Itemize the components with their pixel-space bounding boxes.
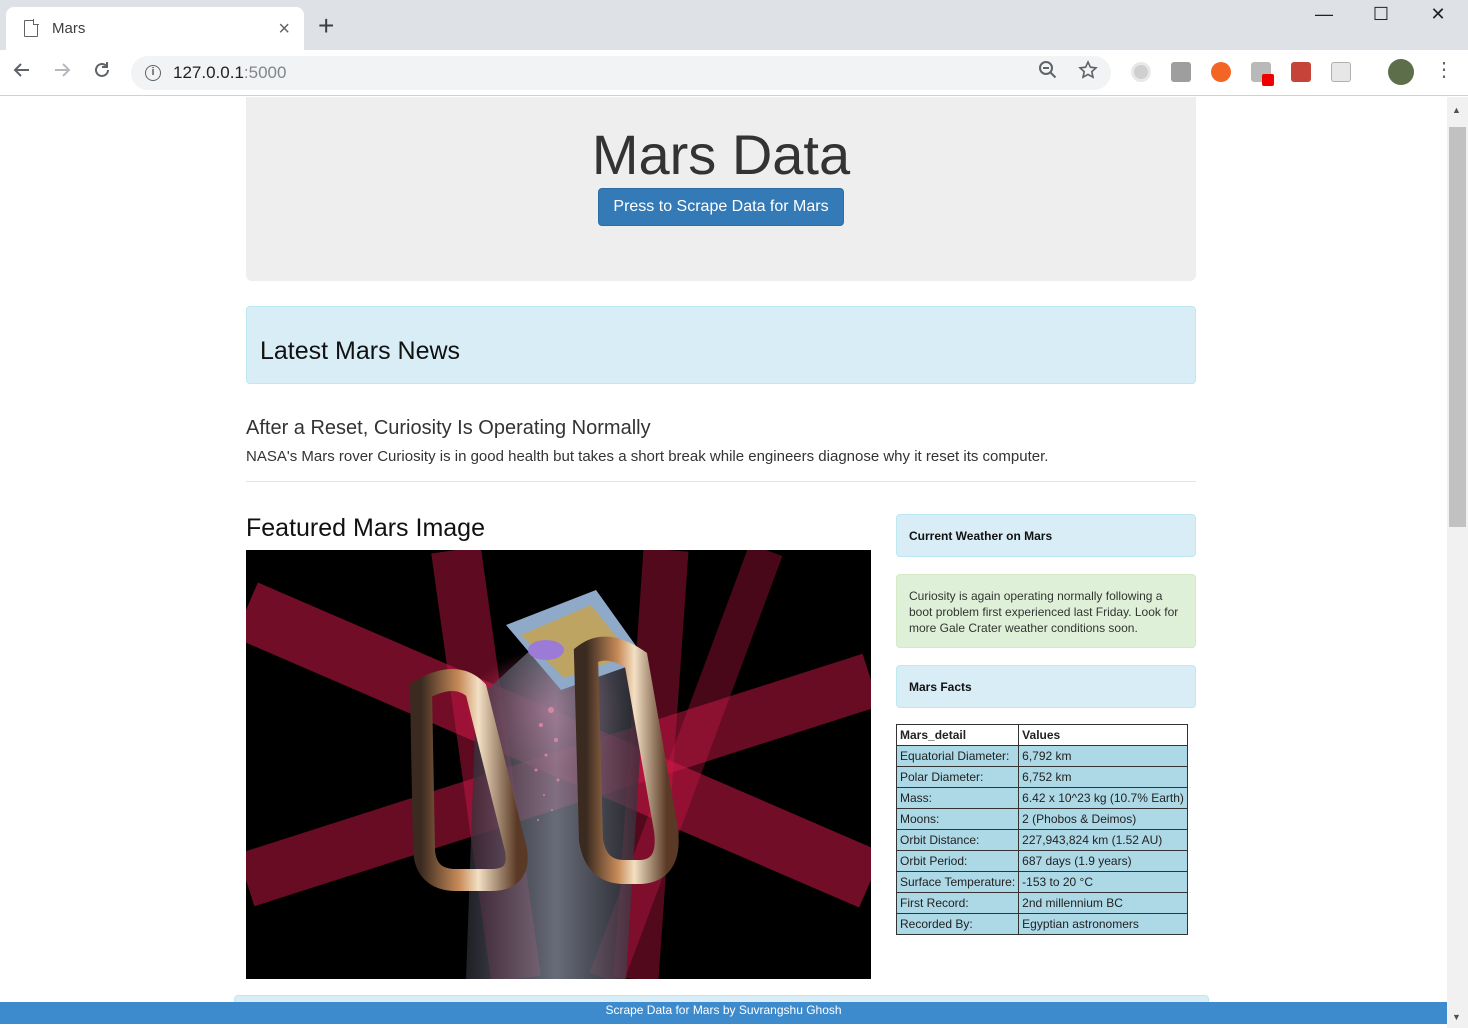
tab-close-icon[interactable]: ×	[278, 19, 290, 39]
maximize-icon[interactable]: ☐	[1361, 4, 1401, 25]
table-row: Recorded By: Egyptian astronomers	[895, 913, 1188, 935]
table-row: Orbit Distance: 227,943,824 km (1.52 AU)	[895, 829, 1188, 851]
facts-panel-header: Mars Facts	[896, 665, 1196, 708]
divider	[246, 481, 1196, 482]
close-window-icon[interactable]: ✕	[1418, 4, 1458, 25]
url-host: 127.0.0.1	[173, 63, 244, 82]
browser-tabstrip: Mars × + — ☐ ✕	[0, 0, 1468, 50]
table-header-cell: Values	[1018, 724, 1188, 746]
news-paragraph: NASA's Mars rover Curiosity is in good h…	[246, 448, 1049, 465]
page-title: Mars Data	[591, 123, 851, 186]
table-row: First Record: 2nd millennium BC	[895, 892, 1188, 914]
table-row: Equatorial Diameter: 6,792 km	[895, 745, 1188, 767]
page-footer: Scrape Data for Mars by Suvrangshu Ghosh	[0, 1002, 1447, 1024]
scrollbar-thumb[interactable]	[1449, 127, 1466, 527]
news-section-title: Latest Mars News	[260, 337, 461, 365]
fact-value: 687 days (1.9 years)	[1018, 850, 1188, 872]
reload-icon[interactable]	[88, 60, 116, 86]
featured-mars-image	[246, 550, 871, 979]
weather-panel-header: Current Weather on Mars	[896, 514, 1196, 557]
fact-value: -153 to 20 °C	[1018, 871, 1188, 893]
fact-value: 2nd millennium BC	[1018, 892, 1188, 914]
table-header-row: Mars_detail Values	[895, 724, 1188, 746]
zoom-icon[interactable]	[1038, 60, 1058, 86]
page-viewport: Mars Data Press to Scrape Data for Mars …	[0, 97, 1447, 1028]
address-bar[interactable]: i 127.0.0.1 :5000	[131, 56, 1111, 90]
extension-g-icon[interactable]	[1171, 62, 1191, 82]
news-section-header: Latest Mars News	[246, 306, 1196, 384]
fact-value: 6,792 km	[1018, 745, 1188, 767]
browser-toolbar: i 127.0.0.1 :5000	[0, 50, 1468, 96]
notification-badge	[1262, 74, 1274, 86]
fact-label: Orbit Period:	[895, 850, 1020, 872]
table-row: Mass: 6.42 x 10^23 kg (10.7% Earth)	[895, 787, 1188, 809]
extension-pdf-icon[interactable]	[1291, 62, 1311, 82]
fact-value: 6.42 x 10^23 kg (10.7% Earth)	[1018, 787, 1188, 809]
jumbotron: Mars Data Press to Scrape Data for Mars	[246, 97, 1196, 281]
scroll-up-icon[interactable]: ▲	[1452, 105, 1461, 115]
fact-label: Surface Temperature:	[895, 871, 1020, 893]
back-icon[interactable]	[8, 60, 36, 86]
fact-label: Equatorial Diameter:	[895, 745, 1020, 767]
fact-label: Mass:	[895, 787, 1020, 809]
site-info-icon[interactable]: i	[145, 65, 161, 81]
tab-title: Mars	[52, 20, 86, 37]
fact-label: Moons:	[895, 808, 1020, 830]
fact-label: First Record:	[895, 892, 1020, 914]
table-row: Surface Temperature: -153 to 20 °C	[895, 871, 1188, 893]
fact-value: 6,752 km	[1018, 766, 1188, 788]
fact-label: Orbit Distance:	[895, 829, 1020, 851]
weather-panel-body: Curiosity is again operating normally fo…	[896, 574, 1196, 648]
featured-image-title: Featured Mars Image	[246, 514, 485, 542]
extension-doc-icon[interactable]	[1331, 62, 1351, 82]
fact-value: Egyptian astronomers	[1018, 913, 1188, 935]
table-row: Polar Diameter: 6,752 km	[895, 766, 1188, 788]
scroll-down-icon[interactable]: ▼	[1452, 1012, 1461, 1022]
profile-avatar[interactable]	[1388, 59, 1414, 85]
browser-tab[interactable]: Mars ×	[6, 7, 304, 50]
fact-label: Polar Diameter:	[895, 766, 1020, 788]
page-icon	[24, 19, 39, 37]
extension-icon[interactable]	[1131, 62, 1151, 82]
news-headline: After a Reset, Curiosity Is Operating No…	[246, 417, 651, 439]
forward-icon[interactable]	[48, 60, 76, 86]
url-port: :5000	[243, 63, 287, 82]
extension-ubuntu-icon[interactable]	[1211, 62, 1231, 82]
mars-facts-table: Mars_detail Values Equatorial Diameter: 6…	[895, 724, 1188, 935]
fact-value: 2 (Phobos & Deimos)	[1018, 808, 1188, 830]
minimize-icon[interactable]: —	[1304, 4, 1344, 25]
scrape-button[interactable]: Press to Scrape Data for Mars	[598, 188, 844, 226]
fact-value: 227,943,824 km (1.52 AU)	[1018, 829, 1188, 851]
table-row: Orbit Period: 687 days (1.9 years)	[895, 850, 1188, 872]
fact-label: Recorded By:	[895, 913, 1020, 935]
new-tab-button[interactable]: +	[318, 12, 334, 40]
extension-badge-icon[interactable]	[1251, 62, 1274, 86]
page-scrollbar[interactable]: ▲ ▼	[1447, 97, 1468, 1028]
table-row: Moons: 2 (Phobos & Deimos)	[895, 808, 1188, 830]
table-header-cell: Mars_detail	[895, 724, 1020, 746]
bookmark-star-icon[interactable]	[1078, 60, 1098, 86]
browser-menu-icon[interactable]: ⋮	[1434, 60, 1454, 80]
